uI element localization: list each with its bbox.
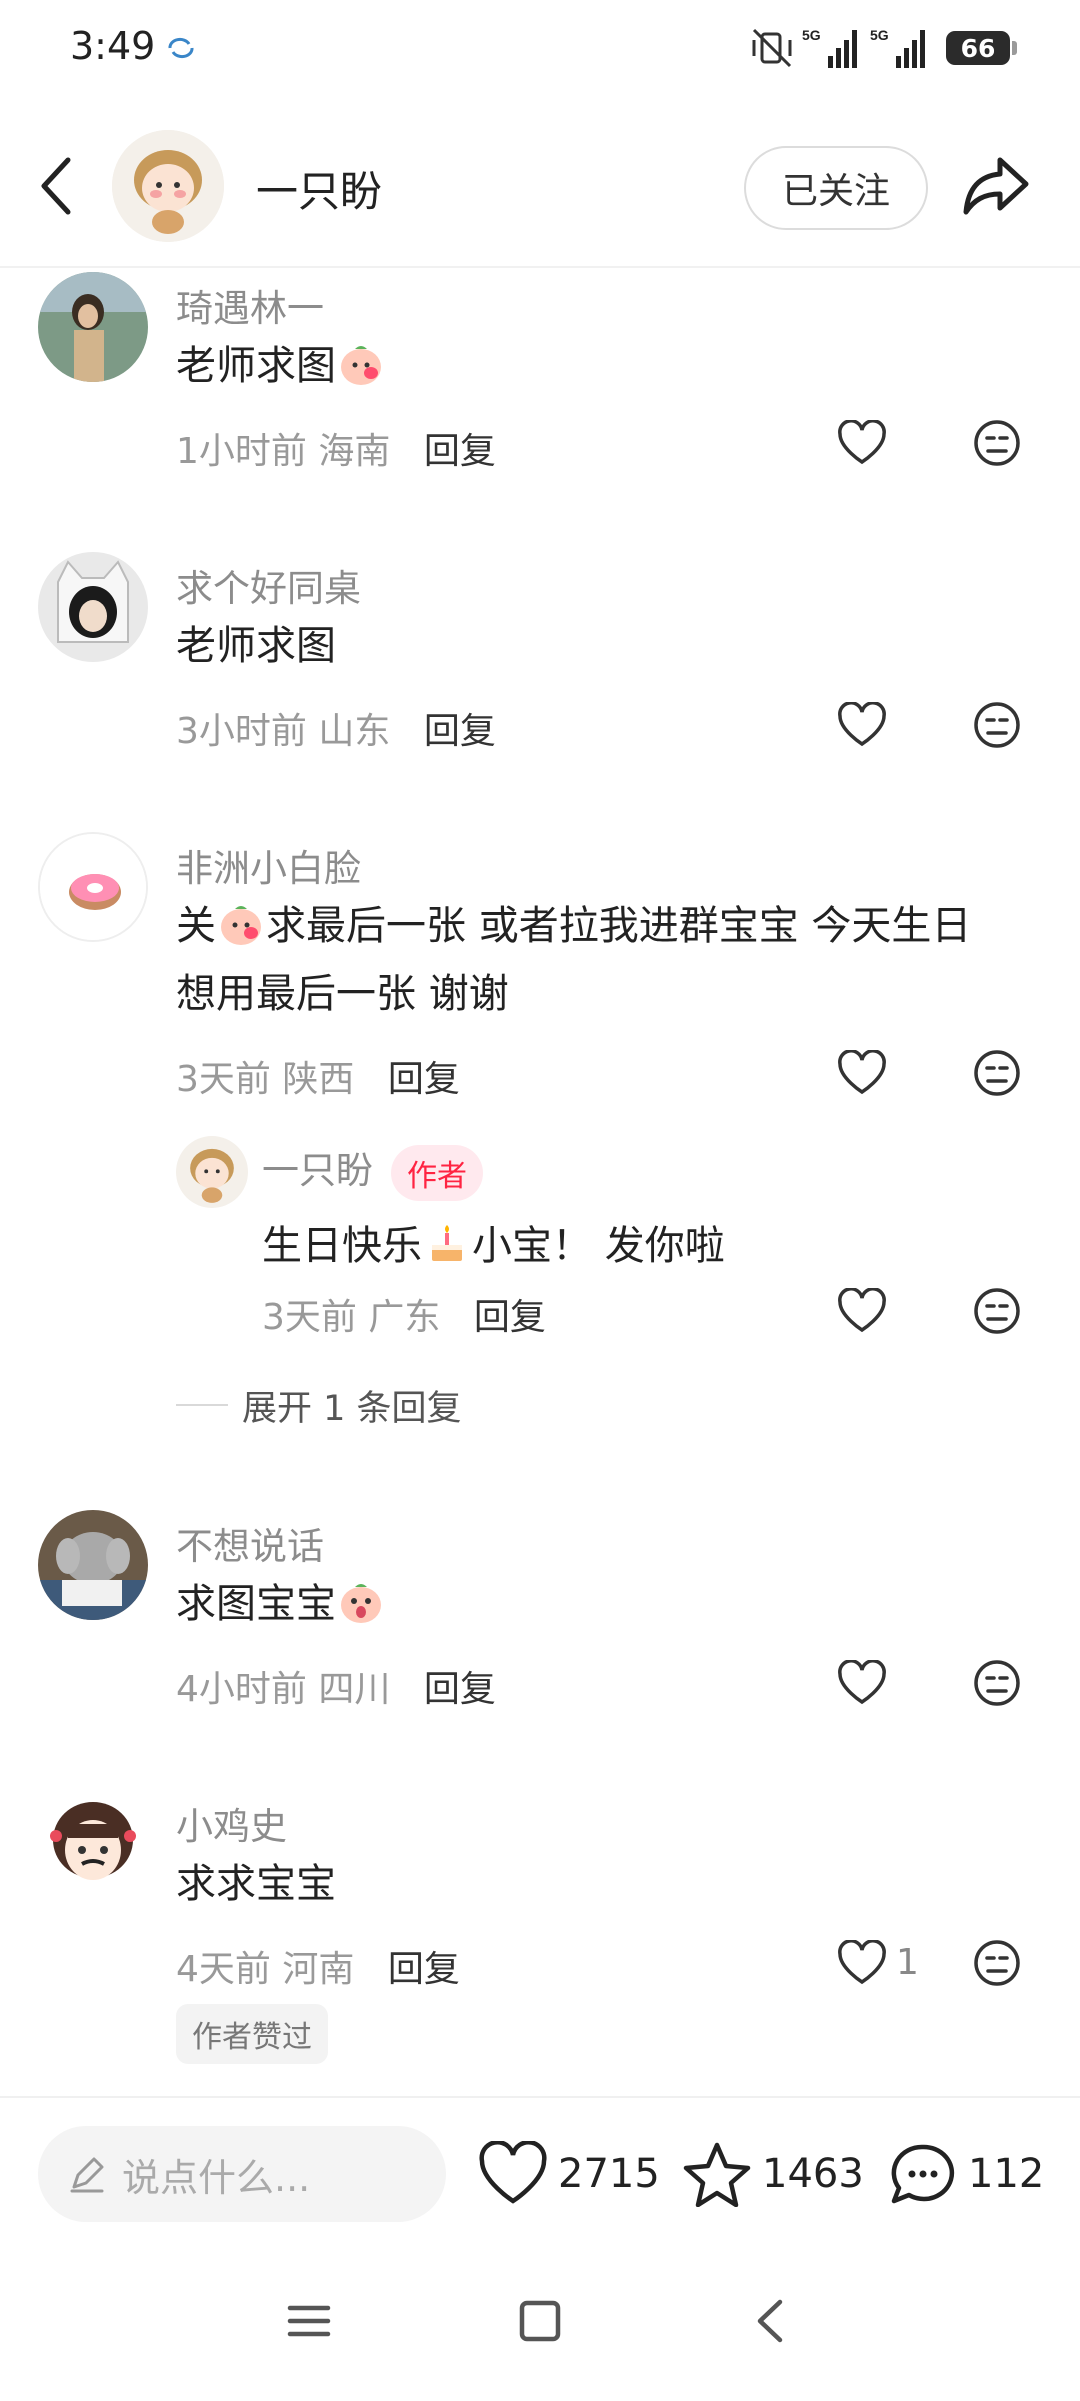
- dislike-face-icon[interactable]: [972, 418, 1022, 468]
- dislike-face-icon[interactable]: [972, 1048, 1022, 1098]
- comment-time: 3小时前: [176, 711, 307, 752]
- comment-location: 海南: [318, 431, 391, 472]
- comment-text-line2[interactable]: 想用最后一张 谢谢: [176, 960, 509, 1028]
- svg-text:5G: 5G: [802, 27, 821, 43]
- comment-count-total: 112: [968, 2151, 1045, 2197]
- commenter-name[interactable]: 小鸡史: [176, 1796, 287, 1850]
- reply-button[interactable]: 回复: [474, 1297, 546, 1338]
- collect-stat[interactable]: 1463: [682, 2138, 864, 2210]
- reply-button[interactable]: 回复: [424, 1669, 496, 1710]
- status-icons: 5G 5G 66: [750, 24, 1017, 72]
- heart-icon[interactable]: [836, 702, 888, 748]
- signal-5g-icon: 5G: [802, 27, 857, 68]
- comment-time: 4天前: [176, 1949, 271, 1990]
- comment-time: 4小时前: [176, 1669, 307, 1710]
- commenter-name[interactable]: 不想说话: [176, 1516, 324, 1570]
- surprised-emoji-icon: [341, 1584, 381, 1623]
- post-header: 一只盼 已关注: [0, 100, 1080, 268]
- system-nav-bar: [0, 2246, 1080, 2401]
- blush-emoji-icon: [221, 906, 261, 945]
- reply-location: 广东: [368, 1297, 441, 1338]
- reply-button[interactable]: 回复: [424, 711, 496, 752]
- reply-button[interactable]: 回复: [424, 431, 496, 472]
- commenter-name[interactable]: 非洲小白脸: [176, 838, 361, 892]
- status-time: 3:49: [70, 24, 156, 68]
- expand-replies-label: 展开 1 条回复: [242, 1388, 462, 1429]
- home-nav-icon[interactable]: [505, 2286, 575, 2356]
- collect-count-total: 1463: [762, 2151, 864, 2197]
- back-nav-icon[interactable]: [736, 2286, 806, 2356]
- heart-icon: [479, 2141, 547, 2204]
- comment-stat[interactable]: 112: [888, 2138, 1044, 2210]
- commenter-avatar[interactable]: [38, 1510, 148, 1620]
- share-icon[interactable]: [960, 152, 1032, 218]
- commenter-avatar[interactable]: [38, 832, 148, 942]
- heart-icon[interactable]: [836, 420, 888, 466]
- heart-icon[interactable]: [836, 1050, 888, 1096]
- comment-time: 3天前: [176, 1059, 271, 1100]
- commenter-avatar[interactable]: [38, 1790, 148, 1900]
- comment-meta: 3天前 陕西 回复: [176, 1050, 460, 1102]
- commenter-name[interactable]: 求个好同桌: [176, 558, 361, 612]
- comment-time: 1小时前: [176, 431, 307, 472]
- sync-icon: [168, 38, 194, 58]
- dislike-face-icon[interactable]: [972, 700, 1022, 750]
- comment-meta: 4天前 河南 回复: [176, 1940, 460, 1992]
- back-arrow-icon[interactable]: [30, 150, 82, 222]
- follow-button[interactable]: 已关注: [744, 146, 928, 230]
- comment-meta: 1小时前 海南 回复: [176, 422, 496, 474]
- comment-location: 河南: [282, 1949, 355, 1990]
- expand-replies-button[interactable]: 展开 1 条回复: [176, 1380, 462, 1430]
- dislike-face-icon[interactable]: [972, 1938, 1022, 1988]
- like-stat[interactable]: 2715: [478, 2138, 660, 2210]
- comment-meta: 4小时前 四川 回复: [176, 1660, 496, 1712]
- reply-meta: 3天前 广东 回复: [262, 1288, 546, 1340]
- reply-button[interactable]: 回复: [388, 1949, 460, 1990]
- comment-location: 陕西: [282, 1059, 355, 1100]
- comment-bubble-icon: [891, 2144, 955, 2204]
- like-count-total: 2715: [558, 2151, 660, 2197]
- comment-text[interactable]: 老师求图: [176, 332, 386, 400]
- comment-text[interactable]: 老师求图: [176, 612, 336, 680]
- author-tag: 作者: [391, 1144, 483, 1201]
- like-count: 1: [896, 1942, 919, 1983]
- reply-button[interactable]: 回复: [388, 1059, 460, 1100]
- svg-text:5G: 5G: [870, 27, 889, 43]
- mute-vibrate-icon: [752, 28, 792, 68]
- heart-icon[interactable]: [836, 1940, 888, 1986]
- comment-input[interactable]: 说点什么...: [38, 2126, 446, 2222]
- bottom-action-bar: 说点什么... 2715 1463 112: [0, 2096, 1080, 2246]
- heart-icon[interactable]: [836, 1660, 888, 1706]
- input-placeholder: 说点什么...: [122, 2155, 311, 2200]
- status-bar: 3:49 5G 5G 66: [0, 0, 1080, 100]
- commenter-avatar[interactable]: [38, 552, 148, 662]
- reply-time: 3天前: [262, 1297, 357, 1338]
- commenter-name[interactable]: 琦遇林一: [176, 278, 324, 332]
- comment-text[interactable]: 求图宝宝: [176, 1570, 386, 1638]
- reply-text[interactable]: 生日快乐 小宝！ 发你啦: [262, 1212, 725, 1280]
- signal-5g-icon-2: 5G: [870, 27, 925, 68]
- author-avatar[interactable]: [112, 130, 224, 242]
- commenter-avatar[interactable]: [38, 272, 148, 382]
- reply-author-name[interactable]: 一只盼 作者: [262, 1140, 483, 1201]
- expand-divider: [176, 1404, 228, 1406]
- dislike-face-icon[interactable]: [972, 1286, 1022, 1336]
- battery-indicator: 66: [946, 31, 1017, 65]
- heart-icon[interactable]: [836, 1288, 888, 1334]
- comment-location: 山东: [318, 711, 391, 752]
- star-icon: [683, 2142, 751, 2207]
- dislike-face-icon[interactable]: [972, 1658, 1022, 1708]
- author-name[interactable]: 一只盼: [256, 158, 382, 219]
- blush-emoji-icon: [341, 346, 381, 385]
- comment-location: 四川: [318, 1669, 391, 1710]
- comment-text[interactable]: 关求最后一张 或者拉我进群宝宝 今天生日: [176, 892, 971, 960]
- reply-author-avatar[interactable]: [176, 1136, 248, 1208]
- comment-meta: 3小时前 山东 回复: [176, 702, 496, 754]
- pencil-icon: [70, 2157, 104, 2193]
- menu-nav-icon[interactable]: [274, 2286, 344, 2356]
- birthday-cake-icon: [432, 1225, 462, 1261]
- author-liked-badge: 作者赞过: [176, 2004, 328, 2064]
- comment-text[interactable]: 求求宝宝: [176, 1850, 336, 1918]
